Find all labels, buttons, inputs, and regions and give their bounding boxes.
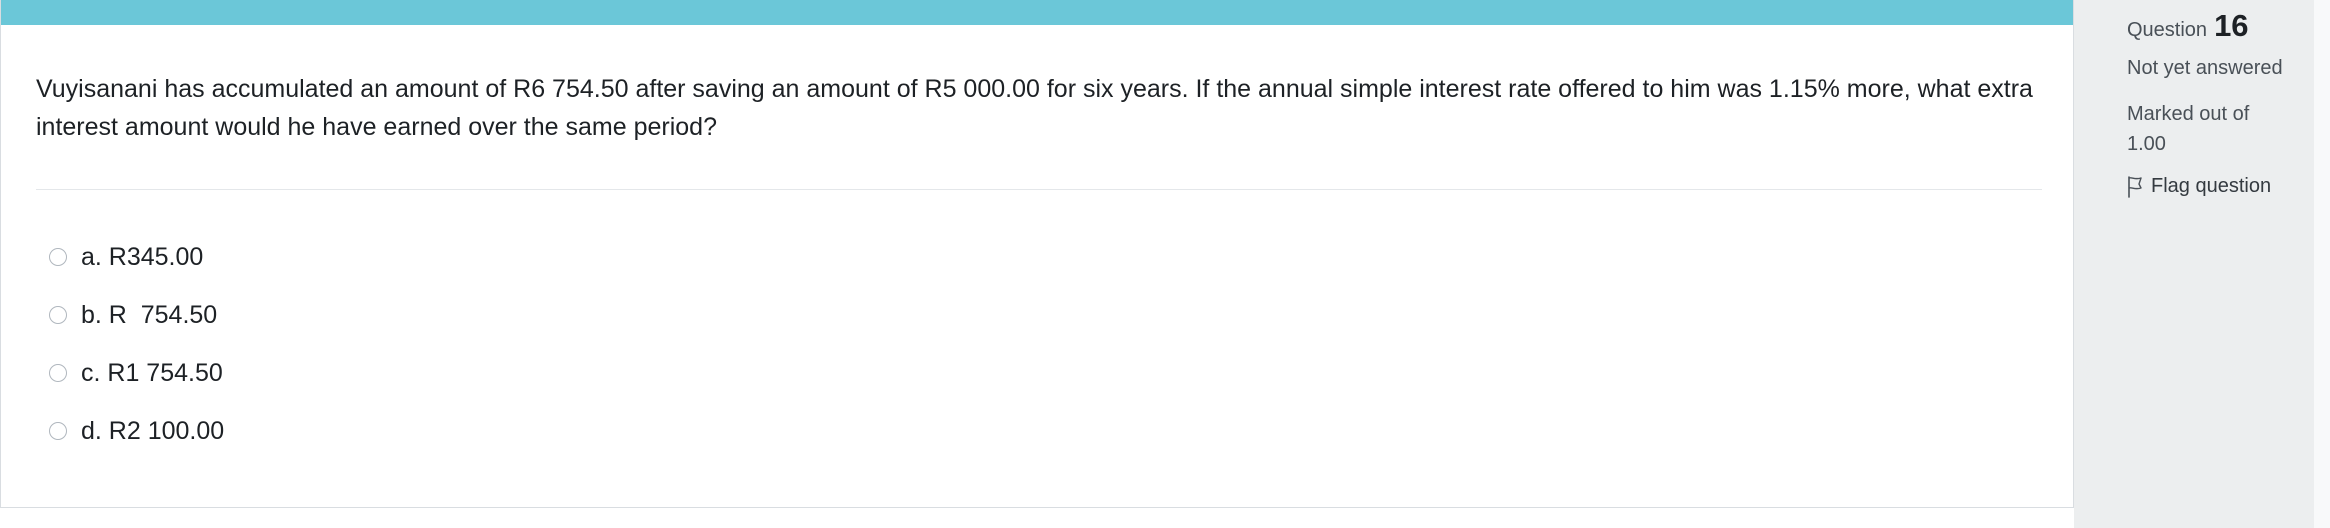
question-header: Question 16 (2127, 8, 2249, 44)
question-number: 16 (2214, 8, 2249, 43)
radio-button-a[interactable] (49, 248, 67, 266)
radio-button-d[interactable] (49, 422, 67, 440)
answer-option-b[interactable]: b. R 754.50 (49, 286, 224, 344)
question-grade: Marked out of 1.00 (2127, 103, 2250, 155)
answer-option-a[interactable]: a. R345.00 (49, 228, 224, 286)
answer-label-a[interactable]: a. R345.00 (81, 243, 203, 272)
question-text: Vuyisanani has accumulated an amount of … (36, 75, 2033, 141)
answer-label-c[interactable]: c. R1 754.50 (81, 359, 223, 388)
accent-band (1, 0, 2073, 25)
radio-button-b[interactable] (49, 306, 67, 324)
flag-question-label[interactable]: Flag question (2151, 175, 2271, 198)
answer-state: Not yet answered (2127, 57, 2283, 79)
flag-question-button[interactable]: Flag question (2127, 175, 2271, 198)
answer-label-b[interactable]: b. R 754.50 (81, 301, 217, 330)
question-content-card: Vuyisanani has accumulated an amount of … (0, 0, 2074, 508)
question-word: Question (2127, 19, 2208, 41)
answer-option-c[interactable]: c. R1 754.50 (49, 344, 224, 402)
radio-button-c[interactable] (49, 364, 67, 382)
answer-option-d[interactable]: d. R2 100.00 (49, 402, 224, 460)
answer-label-d[interactable]: d. R2 100.00 (81, 417, 224, 446)
right-gutter (2314, 0, 2330, 528)
answer-list: a. R345.00 b. R 754.50 c. R1 754.50 d. R… (49, 228, 224, 460)
divider (36, 189, 2042, 190)
question-info-panel: Question 16 Not yet answered Marked out … (2074, 0, 2314, 528)
flag-outline-icon (2128, 175, 2142, 198)
